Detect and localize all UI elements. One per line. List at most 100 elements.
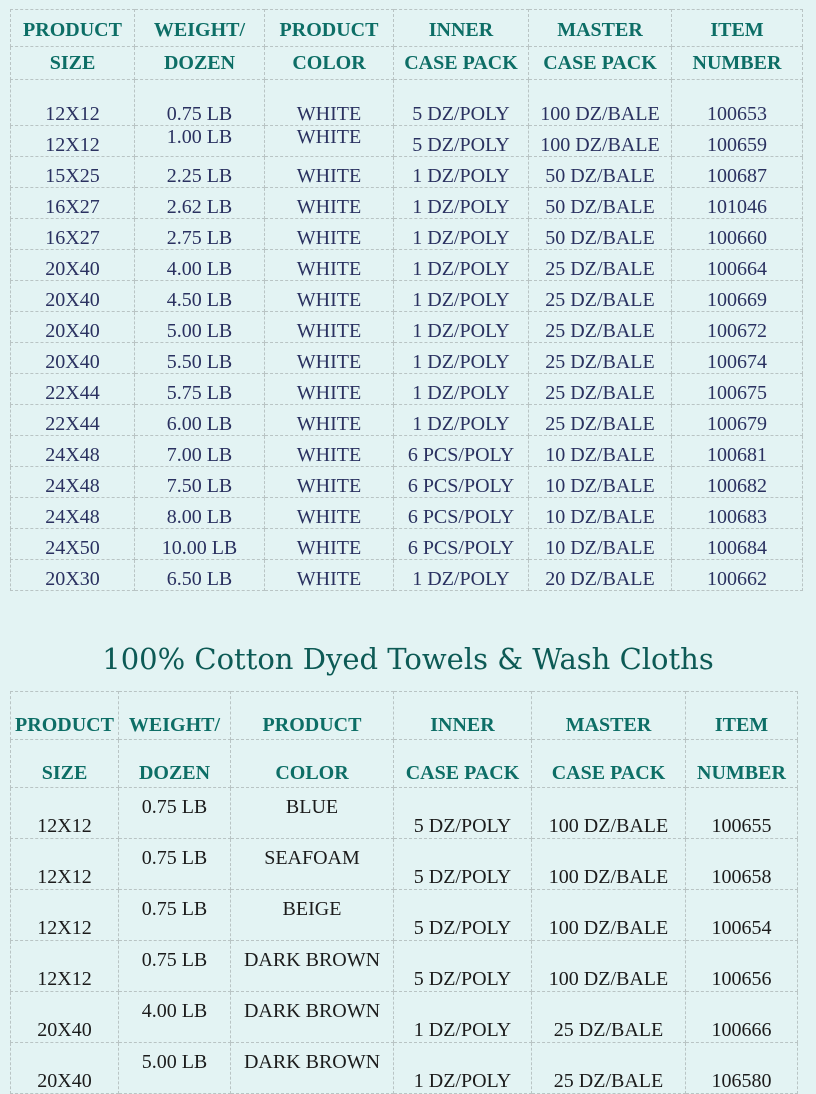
- cell-product-color: DARK BROWN: [230, 1042, 394, 1094]
- cell-product-size: 12X12: [10, 838, 119, 890]
- cell-weight-per-dozen: 5.75 LB: [134, 373, 265, 405]
- table-row: 20X40 4.00 LB DARK BROWN 1 DZ/POLY 25 DZ/BAL…: [10, 991, 798, 1043]
- cell-product-color: WHITE: [264, 79, 394, 126]
- cell-master-case-pack: 50 DZ/BALE: [528, 187, 672, 219]
- cell-item-number: 100666: [685, 991, 798, 1043]
- header-master-case-pack: MASTER: [528, 9, 672, 47]
- cell-master-case-pack: 25 DZ/BALE: [528, 404, 672, 436]
- cell-item-number: 100679: [671, 404, 803, 436]
- cell-master-case-pack: 10 DZ/BALE: [528, 497, 672, 529]
- cell-inner-case-pack: 1 DZ/POLY: [393, 1042, 532, 1094]
- cell-inner-case-pack: 1 DZ/POLY: [393, 187, 529, 219]
- cell-product-size: 20X40: [10, 991, 119, 1043]
- cell-product-color: WHITE: [264, 528, 394, 560]
- cell-item-number: 100683: [671, 497, 803, 529]
- cell-master-case-pack: 20 DZ/BALE: [528, 559, 672, 591]
- cell-product-color: WHITE: [264, 218, 394, 250]
- cell-item-number: 100682: [671, 466, 803, 498]
- cell-product-color: SEAFOAM: [230, 838, 394, 890]
- table-row: 16X27 2.62 LB WHITE 1 DZ/POLY 50 DZ/BALE 1010…: [10, 187, 803, 219]
- cell-weight-per-dozen: 0.75 LB: [134, 79, 265, 126]
- cell-inner-case-pack: 5 DZ/POLY: [393, 838, 532, 890]
- cell-product-color: WHITE: [264, 311, 394, 343]
- table-row: 24X48 8.00 LB WHITE 6 PCS/POLY 10 DZ/BALE 100…: [10, 497, 803, 529]
- cell-master-case-pack: 100 DZ/BALE: [528, 79, 672, 126]
- table-row: 22X44 6.00 LB WHITE 1 DZ/POLY 25 DZ/BALE 1006…: [10, 404, 803, 436]
- header-item-number: NUMBER: [671, 46, 803, 80]
- cell-inner-case-pack: 1 DZ/POLY: [393, 991, 532, 1043]
- table-row: 20X40 4.50 LB WHITE 1 DZ/POLY 25 DZ/BALE 1006…: [10, 280, 803, 312]
- cell-weight-per-dozen: 7.50 LB: [134, 466, 265, 498]
- cell-item-number: 101046: [671, 187, 803, 219]
- cell-weight-per-dozen: 0.75 LB: [118, 838, 231, 890]
- cell-product-color: WHITE: [264, 559, 394, 591]
- cell-inner-case-pack: 1 DZ/POLY: [393, 342, 529, 374]
- table-row: 22X44 5.75 LB WHITE 1 DZ/POLY 25 DZ/BALE 1006…: [10, 373, 803, 405]
- cell-product-size: 20X40: [10, 342, 135, 374]
- header-product-color: PRODUCT: [264, 9, 394, 47]
- table-row: 12X12 0.75 LB WHITE 5 DZ/POLY 100 DZ/BALE 100…: [10, 79, 803, 126]
- cell-master-case-pack: 50 DZ/BALE: [528, 156, 672, 188]
- cell-master-case-pack: 25 DZ/BALE: [528, 373, 672, 405]
- cell-inner-case-pack: 6 PCS/POLY: [393, 497, 529, 529]
- cell-inner-case-pack: 5 DZ/POLY: [393, 125, 529, 157]
- cell-product-color: WHITE: [264, 187, 394, 219]
- header-product-color: COLOR: [264, 46, 394, 80]
- cell-product-color: WHITE: [264, 280, 394, 312]
- cell-master-case-pack: 10 DZ/BALE: [528, 466, 672, 498]
- cell-item-number: 100654: [685, 889, 798, 941]
- cell-master-case-pack: 100 DZ/BALE: [531, 787, 686, 839]
- cell-product-color: WHITE: [264, 125, 394, 157]
- cell-weight-per-dozen: 4.50 LB: [134, 280, 265, 312]
- header-product-size: SIZE: [10, 739, 119, 788]
- cell-item-number: 106580: [685, 1042, 798, 1094]
- cell-product-size: 15X25: [10, 156, 135, 188]
- table-row: 12X12 0.75 LB SEAFOAM 5 DZ/POLY 100 DZ/BALE 1…: [10, 838, 798, 890]
- cell-product-color: WHITE: [264, 156, 394, 188]
- header-master-case-pack: CASE PACK: [531, 739, 686, 788]
- cell-product-size: 20X40: [10, 280, 135, 312]
- header-inner-case-pack: CASE PACK: [393, 739, 532, 788]
- header-weight-dozen: WEIGHT/: [134, 9, 265, 47]
- cell-product-color: WHITE: [264, 404, 394, 436]
- table-row: 20X40 5.00 LB WHITE 1 DZ/POLY 25 DZ/BALE 1006…: [10, 311, 803, 343]
- cell-item-number: 100664: [671, 249, 803, 281]
- cell-product-size: 24X48: [10, 497, 135, 529]
- header-row-2: SIZE DOZEN COLOR CASE PACK CASE PACK NUM…: [10, 739, 798, 788]
- table-row: 12X12 0.75 LB BEIGE 5 DZ/POLY 100 DZ/BALE 100…: [10, 889, 798, 941]
- cell-product-color: WHITE: [264, 373, 394, 405]
- cell-inner-case-pack: 1 DZ/POLY: [393, 249, 529, 281]
- cell-inner-case-pack: 1 DZ/POLY: [393, 218, 529, 250]
- header-weight-dozen: WEIGHT/: [118, 691, 231, 740]
- cell-product-color: WHITE: [264, 342, 394, 374]
- table-row: 24X50 10.00 LB WHITE 6 PCS/POLY 10 DZ/BALE 10…: [10, 528, 803, 560]
- cell-master-case-pack: 25 DZ/BALE: [531, 991, 686, 1043]
- cell-product-color: BLUE: [230, 787, 394, 839]
- cell-weight-per-dozen: 4.00 LB: [118, 991, 231, 1043]
- cell-weight-per-dozen: 2.75 LB: [134, 218, 265, 250]
- cell-item-number: 100658: [685, 838, 798, 890]
- header-inner-case-pack: INNER: [393, 691, 532, 740]
- table-row: 12X12 0.75 LB BLUE 5 DZ/POLY 100 DZ/BALE 1006…: [10, 787, 798, 839]
- cell-master-case-pack: 100 DZ/BALE: [531, 940, 686, 992]
- cell-weight-per-dozen: 5.50 LB: [134, 342, 265, 374]
- cell-product-color: WHITE: [264, 497, 394, 529]
- cell-weight-per-dozen: 2.25 LB: [134, 156, 265, 188]
- table-row: 12X12 1.00 LB WHITE 5 DZ/POLY 100 DZ/BALE 100…: [10, 125, 803, 157]
- cell-master-case-pack: 100 DZ/BALE: [531, 838, 686, 890]
- header-product-color: PRODUCT: [230, 691, 394, 740]
- cell-master-case-pack: 25 DZ/BALE: [528, 280, 672, 312]
- cell-product-size: 20X40: [10, 1042, 119, 1094]
- cell-item-number: 100656: [685, 940, 798, 992]
- header-product-color: COLOR: [230, 739, 394, 788]
- cell-weight-per-dozen: 10.00 LB: [134, 528, 265, 560]
- table-row: 24X48 7.00 LB WHITE 6 PCS/POLY 10 DZ/BALE 100…: [10, 435, 803, 467]
- cell-master-case-pack: 10 DZ/BALE: [528, 435, 672, 467]
- cell-product-color: DARK BROWN: [230, 991, 394, 1043]
- table-row: 20X30 6.50 LB WHITE 1 DZ/POLY 20 DZ/BALE 1006…: [10, 559, 803, 591]
- cell-product-color: WHITE: [264, 435, 394, 467]
- cell-weight-per-dozen: 7.00 LB: [134, 435, 265, 467]
- header-row-1: PRODUCT WEIGHT/ PRODUCT INNER MASTER ITE…: [10, 9, 803, 47]
- cell-weight-per-dozen: 6.00 LB: [134, 404, 265, 436]
- cell-product-color: WHITE: [264, 249, 394, 281]
